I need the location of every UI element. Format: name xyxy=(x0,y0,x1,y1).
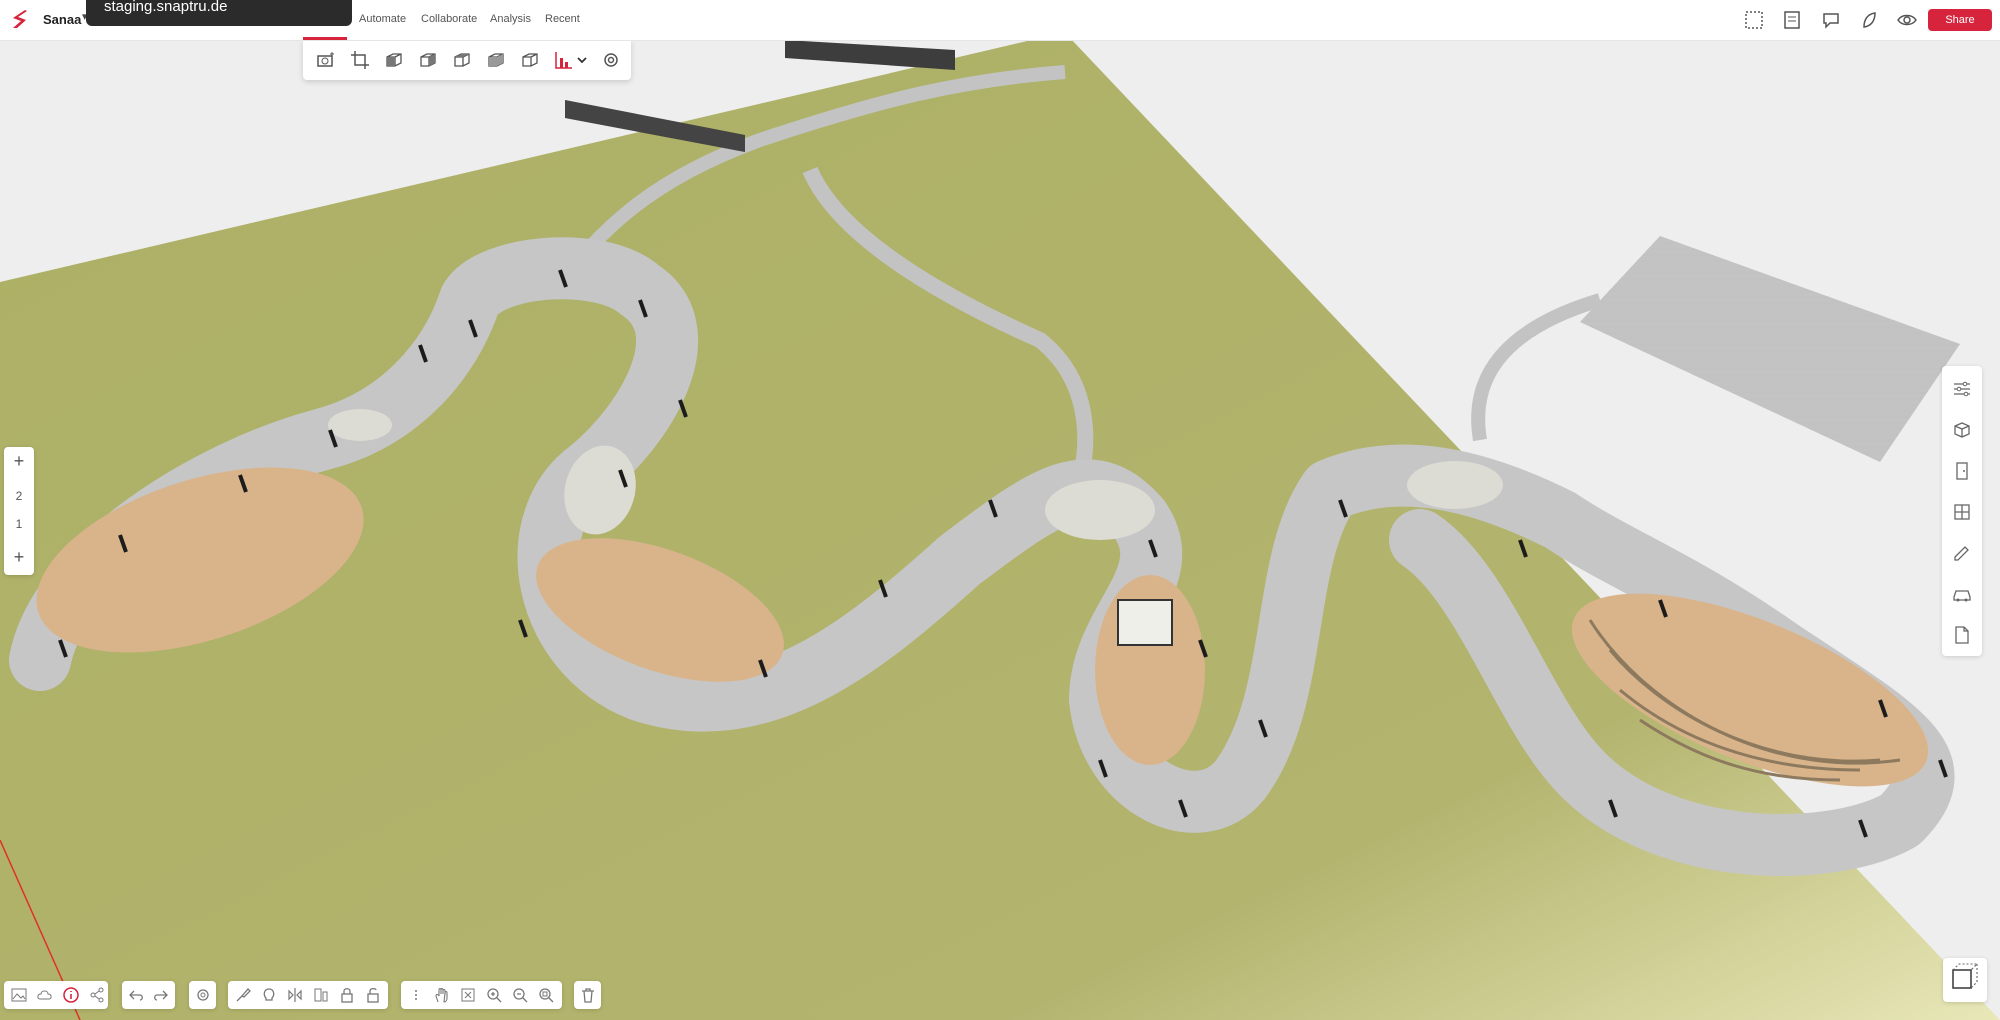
cube-iso-icon[interactable] xyxy=(485,49,507,71)
plan-view-icon[interactable] xyxy=(1743,9,1765,31)
menu-collaborate[interactable]: Collaborate xyxy=(421,13,477,25)
pan-hand-icon[interactable] xyxy=(433,986,451,1004)
share-button[interactable]: Share xyxy=(1928,9,1992,31)
measure-pencil-icon[interactable] xyxy=(1951,542,1973,564)
view-toolbar xyxy=(303,40,631,80)
storey-1[interactable]: 1 xyxy=(4,517,34,531)
share-nodes-icon[interactable] xyxy=(88,986,106,1004)
settings-icon[interactable] xyxy=(600,49,622,71)
cube-top-icon[interactable] xyxy=(451,49,473,71)
zoom-extents-icon[interactable] xyxy=(459,986,477,1004)
right-tool-panel xyxy=(1942,366,1982,656)
add-storey-top-button[interactable]: + xyxy=(4,451,34,472)
bottom-group-delete xyxy=(574,981,601,1009)
redo-icon[interactable] xyxy=(151,986,169,1004)
document-icon[interactable] xyxy=(1951,624,1973,646)
materials-box-icon[interactable] xyxy=(1951,419,1973,441)
project-name[interactable]: Sanaa xyxy=(43,12,81,27)
comments-icon[interactable] xyxy=(1820,9,1842,31)
bottom-group-settings xyxy=(189,981,216,1009)
image-icon[interactable] xyxy=(10,986,28,1004)
paint-brush-icon[interactable] xyxy=(234,986,252,1004)
undo-icon[interactable] xyxy=(128,986,146,1004)
lock-icon[interactable] xyxy=(338,986,356,1004)
3d-viewport[interactable] xyxy=(0,0,2000,1020)
menu-analysis[interactable]: Analysis xyxy=(490,13,531,25)
furniture-car-icon[interactable] xyxy=(1951,583,1973,605)
view-cube-icon[interactable] xyxy=(1943,958,1987,1002)
cube-side-icon[interactable] xyxy=(417,49,439,71)
bottom-group-history xyxy=(122,981,175,1009)
elevation-chart-icon[interactable] xyxy=(553,49,575,71)
bottom-group-view xyxy=(4,981,108,1009)
active-tab-indicator xyxy=(303,37,347,40)
door-icon[interactable] xyxy=(1951,460,1973,482)
menu-recent[interactable]: Recent xyxy=(545,13,580,25)
trash-icon[interactable] xyxy=(579,986,597,1004)
navigation-cube[interactable] xyxy=(1943,958,1987,1002)
add-storey-bottom-button[interactable]: + xyxy=(4,547,34,568)
bottom-group-edit xyxy=(228,981,388,1009)
storey-2[interactable]: 2 xyxy=(4,489,34,503)
zoom-out-icon[interactable] xyxy=(511,986,529,1004)
zoom-window-icon[interactable] xyxy=(537,986,555,1004)
snaptrude-logo-icon[interactable] xyxy=(6,6,32,32)
menu-automate[interactable]: Automate xyxy=(359,13,406,25)
flip-icon[interactable] xyxy=(286,986,304,1004)
properties-sliders-icon[interactable] xyxy=(1951,378,1973,400)
info-icon[interactable] xyxy=(62,986,80,1004)
url-tooltip-text: staging.snaptru.de xyxy=(104,0,228,15)
bottom-group-navigation xyxy=(401,981,562,1009)
more-vertical-icon[interactable] xyxy=(407,986,425,1004)
zoom-in-icon[interactable] xyxy=(485,986,503,1004)
align-icon[interactable] xyxy=(312,986,330,1004)
window-grid-icon[interactable] xyxy=(1951,501,1973,523)
crop-icon[interactable] xyxy=(349,49,371,71)
settings-icon[interactable] xyxy=(194,986,212,1004)
light-bulb-icon[interactable] xyxy=(260,986,278,1004)
view-eye-icon[interactable] xyxy=(1896,9,1918,31)
unlock-icon[interactable] xyxy=(364,986,382,1004)
cloud-icon[interactable] xyxy=(36,986,54,1004)
storey-panel: + 2 1 + xyxy=(4,447,34,575)
sheets-icon[interactable] xyxy=(1781,9,1803,31)
chevron-down-icon[interactable] xyxy=(575,49,589,71)
sustainability-leaf-icon[interactable] xyxy=(1858,9,1880,31)
camera-add-icon[interactable] xyxy=(315,49,337,71)
url-tooltip: staging.snaptru.de xyxy=(86,0,352,26)
cube-wire-icon[interactable] xyxy=(519,49,541,71)
cube-front-icon[interactable] xyxy=(383,49,405,71)
